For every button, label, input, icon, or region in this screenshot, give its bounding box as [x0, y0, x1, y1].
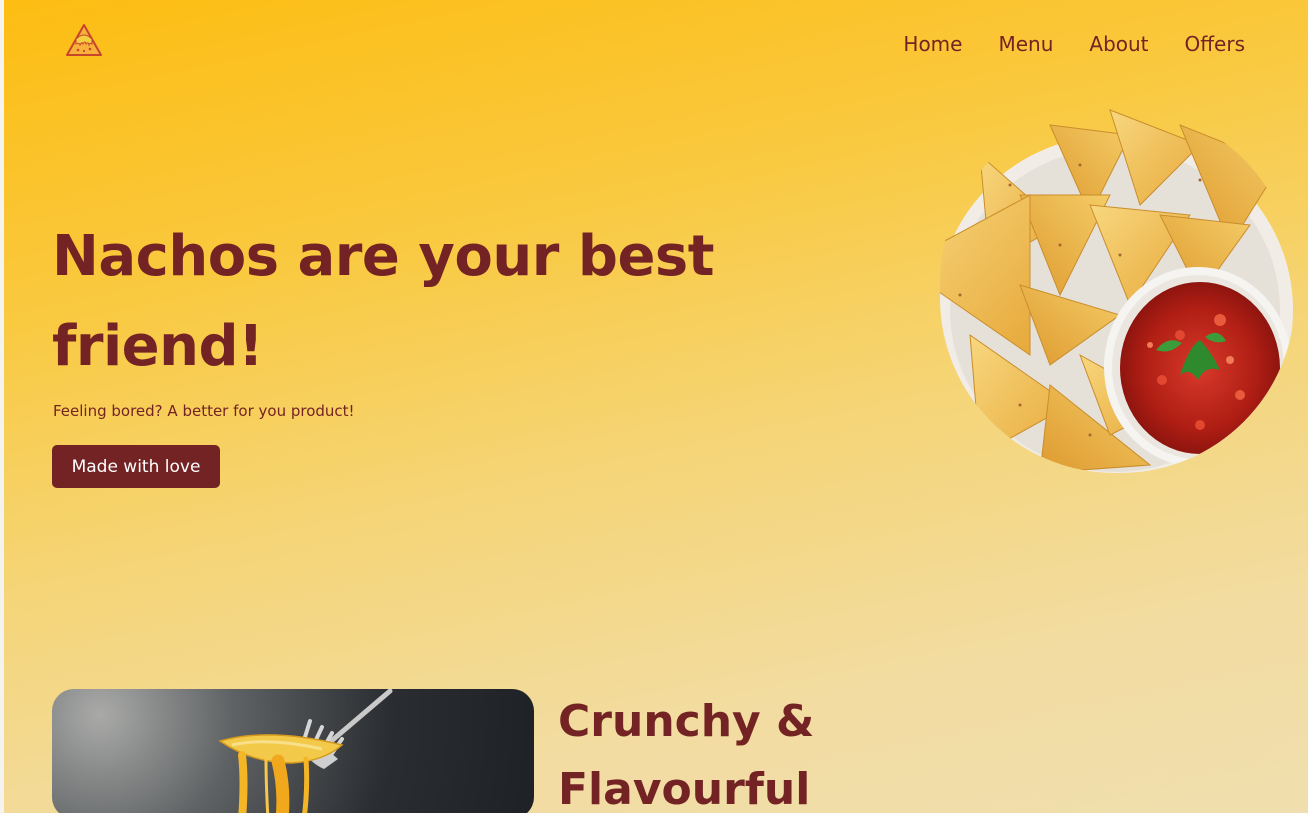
nav-link-about[interactable]: About	[1089, 30, 1148, 58]
page-edge	[0, 0, 4, 813]
cheesy-nacho-image	[52, 689, 534, 813]
nav-link-offers[interactable]: Offers	[1185, 30, 1245, 58]
nacho-logo-icon[interactable]	[64, 22, 104, 58]
nachos-salsa-image	[900, 105, 1295, 473]
nav-link-menu[interactable]: Menu	[998, 30, 1053, 58]
nav-link-home[interactable]: Home	[903, 30, 962, 58]
section-title: Crunchy & Flavourful	[558, 696, 815, 813]
main-nav: Home Menu About Offers	[903, 30, 1245, 58]
made-with-love-button[interactable]: Made with love	[52, 445, 220, 488]
hero-title: Nachos are your best friend!	[52, 224, 715, 379]
hero-subtitle: Feeling bored? A better for you product!	[53, 402, 355, 420]
